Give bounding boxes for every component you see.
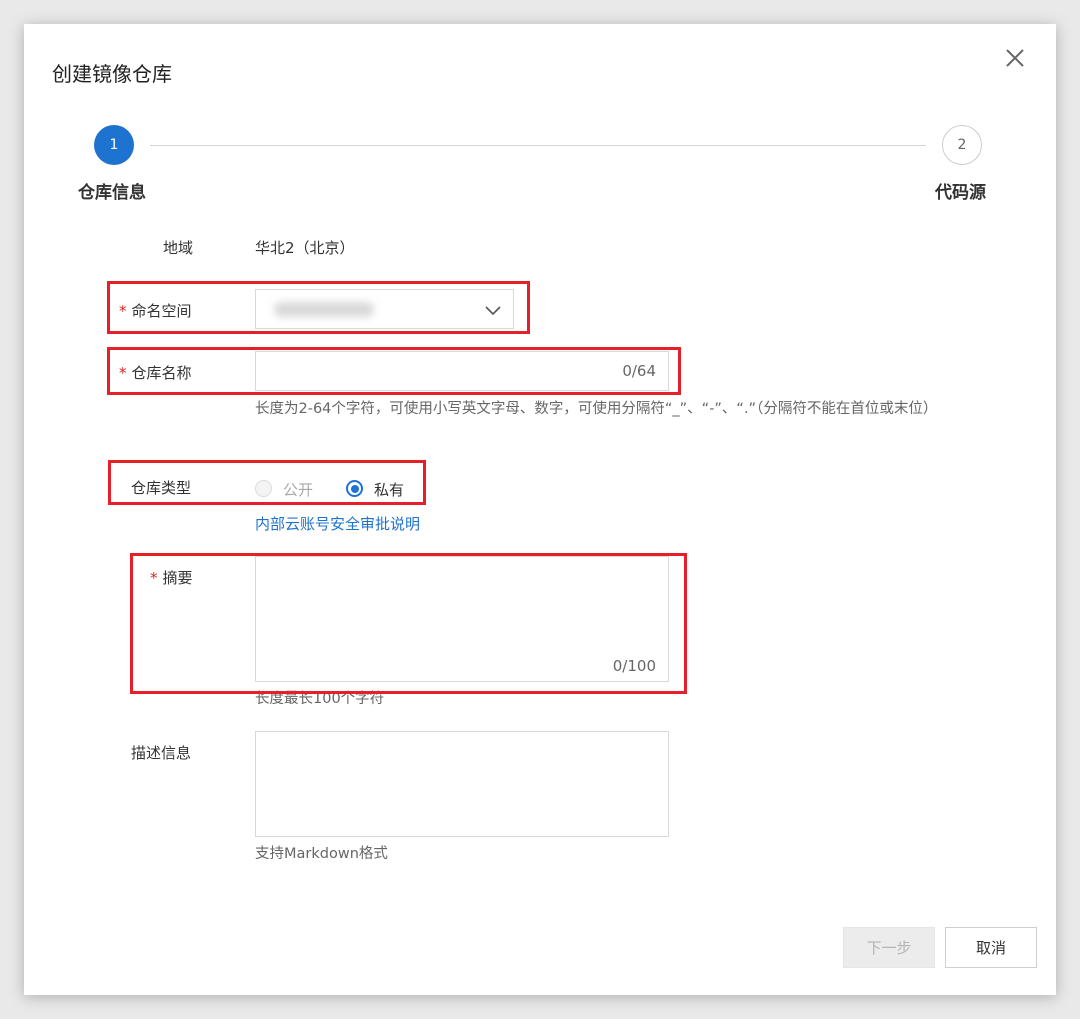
summary-counter: 0/100 (612, 657, 656, 675)
region-value: 华北2（北京） (255, 239, 355, 257)
step-2-indicator: 2 (942, 125, 982, 165)
cancel-button[interactable]: 取消 (945, 927, 1037, 968)
repo-name-input[interactable]: 0/64 (255, 351, 669, 391)
step-1-label: 仓库信息 (78, 183, 146, 203)
description-help: 支持Markdown格式 (255, 846, 388, 862)
repo-name-label: * 仓库名称 (119, 362, 192, 383)
repo-name-label-text: 仓库名称 (131, 364, 192, 382)
repo-name-counter: 0/64 (622, 362, 656, 380)
description-label: 描述信息 (131, 744, 192, 762)
radio-private-label[interactable]: 私有 (374, 479, 404, 500)
summary-textarea[interactable]: 0/100 (255, 556, 669, 682)
close-icon[interactable] (1003, 46, 1027, 70)
summary-help: 长度最长100个字符 (255, 691, 385, 707)
summary-label-text: 摘要 (162, 569, 193, 587)
required-mark: * (150, 569, 158, 587)
description-textarea[interactable] (255, 731, 669, 837)
radio-private[interactable] (346, 480, 363, 497)
summary-label: * 摘要 (150, 567, 193, 588)
repo-name-help: 长度为2-64个字符，可使用小写英文字母、数字，可使用分隔符“_”、“-”、“.… (255, 401, 938, 417)
namespace-select[interactable] (255, 289, 514, 329)
create-repo-dialog: 创建镜像仓库 1 2 仓库信息 代码源 地域 华北2（北京） * 命名空间 * 仓库… (24, 24, 1056, 995)
next-step-button: 下一步 (843, 927, 935, 968)
radio-public (255, 480, 272, 497)
namespace-label-text: 命名空间 (131, 302, 192, 320)
step-1-indicator: 1 (94, 125, 134, 165)
repo-type-label: 仓库类型 (131, 479, 192, 497)
dialog-title: 创建镜像仓库 (52, 62, 172, 86)
namespace-label: * 命名空间 (119, 300, 192, 321)
chevron-down-icon (485, 306, 501, 316)
security-approval-link[interactable]: 内部云账号安全审批说明 (255, 513, 420, 534)
required-mark: * (119, 364, 127, 382)
namespace-selected-value-redacted (274, 302, 374, 317)
required-mark: * (119, 302, 127, 320)
step-connector (150, 145, 926, 146)
region-label: 地域 (163, 239, 194, 257)
radio-public-label: 公开 (283, 481, 314, 499)
step-2-label: 代码源 (935, 183, 986, 203)
